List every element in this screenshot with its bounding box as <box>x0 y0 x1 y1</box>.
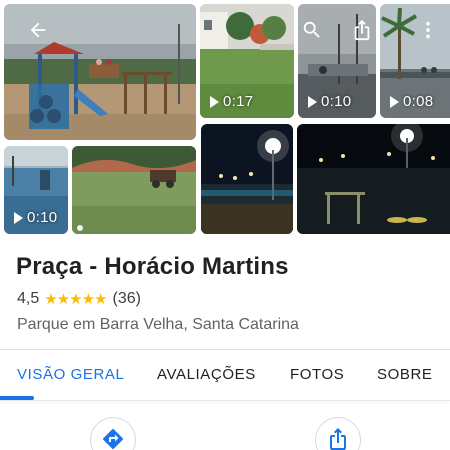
share-photos-button[interactable] <box>346 14 378 46</box>
tab-about[interactable]: SOBRE <box>377 366 433 383</box>
play-icon <box>390 95 399 108</box>
directions-icon <box>102 428 124 450</box>
review-count: (36) <box>112 290 141 307</box>
back-button[interactable] <box>22 14 54 46</box>
photo-field[interactable] <box>72 146 196 234</box>
play-icon <box>14 211 23 224</box>
video-duration: 0:10 <box>308 93 351 110</box>
tab-overview[interactable]: VISÃO GERAL <box>17 366 124 383</box>
photo-night-park[interactable] <box>297 124 450 234</box>
tab-bar: VISÃO GERAL AVALIAÇÕES FOTOS SOBRE <box>0 350 450 400</box>
photo-night-lights[interactable] <box>201 124 293 234</box>
place-title: Praça - Horácio Martins <box>16 253 289 280</box>
rating-row[interactable]: 4,5 ★★★★★ (36) <box>17 290 141 308</box>
place-category-location: Parque em Barra Velha, Santa Catarina <box>17 316 299 333</box>
directions-button[interactable] <box>90 417 136 450</box>
rating-stars-icon: ★★★★★ <box>44 291 107 308</box>
video-duration: 0:10 <box>14 209 57 226</box>
search-icon <box>303 21 320 38</box>
play-icon <box>210 95 219 108</box>
play-icon <box>308 95 317 108</box>
rating-value: 4,5 <box>17 290 40 307</box>
share-icon <box>354 19 370 41</box>
photo-gallery[interactable]: 0:17 0:10 0:08 0:10 <box>0 0 450 238</box>
tab-bar-border <box>0 400 450 401</box>
arrow-left-icon <box>30 22 46 38</box>
tab-photos[interactable]: FOTOS <box>290 366 344 383</box>
more-options-button[interactable] <box>412 14 444 46</box>
share-button[interactable] <box>315 417 361 450</box>
place-details-page: 0:17 0:10 0:08 0:10 Praça - Horácio Mart… <box>0 0 450 450</box>
tab-reviews[interactable]: AVALIAÇÕES <box>157 366 256 383</box>
more-vertical-icon <box>426 21 430 39</box>
video-court[interactable]: 0:10 <box>4 146 68 234</box>
video-lawn[interactable]: 0:17 <box>200 4 294 118</box>
video-duration: 0:17 <box>210 93 253 110</box>
video-duration: 0:08 <box>390 93 433 110</box>
share-icon <box>330 428 346 450</box>
search-button[interactable] <box>296 14 328 46</box>
